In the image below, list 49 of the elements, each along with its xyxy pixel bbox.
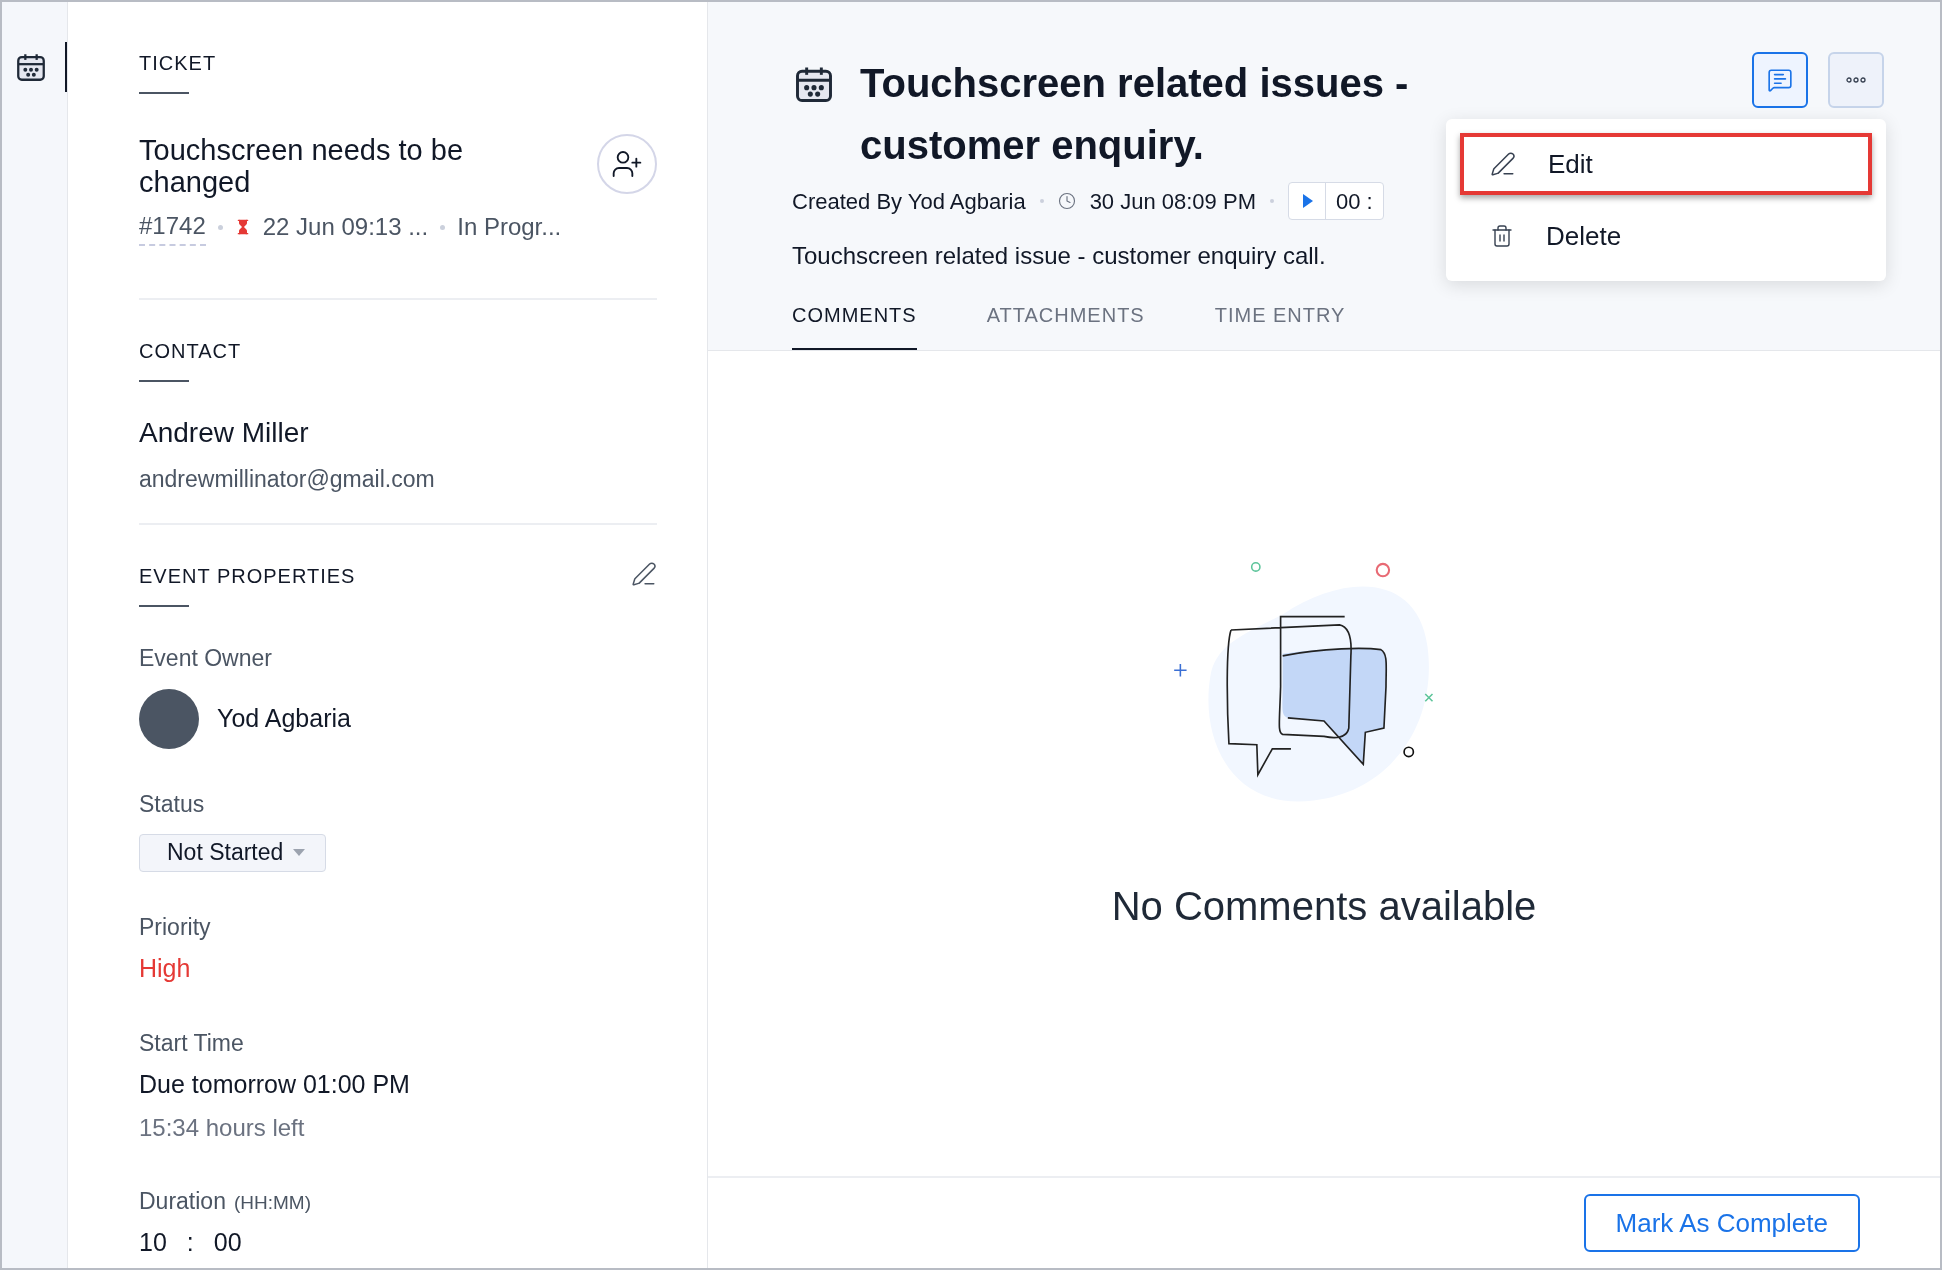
pencil-icon[interactable]	[631, 560, 657, 587]
tab[interactable]: COMMENTS	[792, 300, 917, 350]
event-title: Touchscreen related issues - customer enquiry.	[860, 60, 1410, 169]
tab[interactable]: TIME ENTRY	[1214, 300, 1346, 350]
owner-name: Yod Agbaria	[217, 703, 351, 735]
field-label: Event Owner	[139, 643, 273, 673]
trash-icon	[1490, 224, 1514, 248]
created-time: 30 Jun 08:09 PM	[1089, 187, 1256, 216]
chat-icon	[1767, 67, 1793, 93]
timer-value: 00 :	[1324, 183, 1383, 219]
start-time-value: Due tomorrow 01:00 PM	[139, 1069, 411, 1100]
contact-email: andrewmillinator@gmail.com	[139, 465, 436, 494]
time-left: 15:34 hours left	[139, 1112, 306, 1143]
section-heading: CONTACT	[139, 339, 243, 364]
field-label: Duration	[139, 1186, 226, 1216]
more-icon	[1846, 77, 1866, 83]
pencil-icon	[1490, 151, 1516, 177]
avatar	[139, 689, 199, 749]
chat-button[interactable]	[1752, 52, 1808, 108]
duration-separator: :	[186, 1227, 194, 1258]
ticket-due: 22 Jun 09:13 ...	[262, 212, 429, 242]
duration-minutes: 00	[213, 1227, 242, 1258]
menu-item-label: Edit	[1548, 147, 1593, 181]
tab[interactable]: ATTACHMENTS	[986, 300, 1145, 350]
priority-value: High	[139, 953, 192, 984]
ticket-title: Touchscreen needs to be changed	[139, 134, 465, 198]
contact-name: Andrew Miller	[139, 416, 310, 450]
clock-icon	[1057, 192, 1076, 210]
field-label: Start Time	[139, 1028, 245, 1058]
field-label: Status	[139, 790, 206, 819]
field-label: Priority	[139, 912, 212, 942]
duration-hours: 10	[139, 1227, 167, 1258]
menu-item-label: Delete	[1546, 219, 1622, 253]
user-add-icon	[611, 148, 643, 180]
created-by: Created By Yod Agbaria	[792, 187, 1026, 216]
empty-state-message: No Comments available	[1111, 882, 1537, 930]
section-heading: EVENT PROPERTIES	[139, 563, 356, 589]
ticket-status: In Progr...	[457, 212, 562, 242]
event-description: Touchscreen related issue - customer enquiry call.	[792, 241, 1327, 271]
duration-unit: (HH:MM)	[233, 1190, 311, 1215]
ticket-number-link[interactable]: #1742	[139, 208, 206, 246]
timer-control[interactable]: 00 :	[1287, 182, 1384, 220]
add-contact-button[interactable]	[597, 134, 657, 194]
menu-item[interactable]: Edit	[1460, 133, 1872, 195]
section-heading: TICKET	[139, 51, 218, 76]
mark-complete-button[interactable]: Mark As Complete	[1583, 1194, 1860, 1252]
menu-item[interactable]: Delete	[1460, 205, 1872, 267]
status-dropdown[interactable]: Not Started	[139, 833, 327, 872]
caret-icon	[293, 849, 306, 856]
